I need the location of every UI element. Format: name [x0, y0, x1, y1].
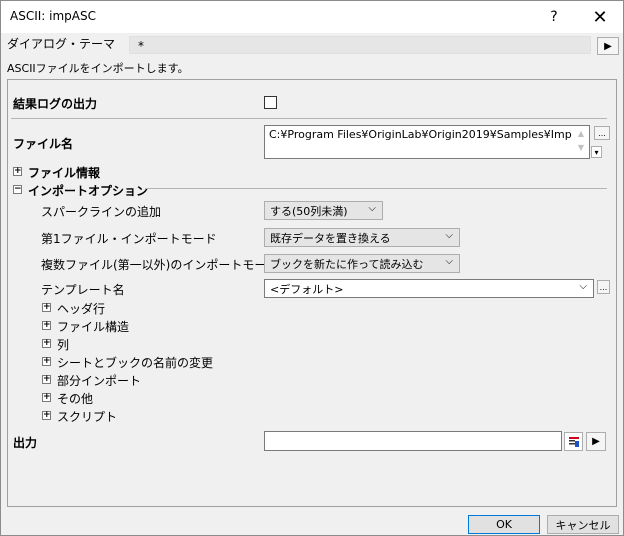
title-bar[interactable]: ASCII: impASC ? ✕	[1, 1, 623, 33]
file-info-expander-icon[interactable]: +	[13, 167, 22, 176]
sparkline-select[interactable]: する(50列未満) ⌵	[264, 201, 383, 220]
multi-file-mode-value: ブックを新たに作って読み込む	[270, 258, 424, 271]
chevron-down-icon: ⌵	[579, 281, 587, 292]
theme-field[interactable]: *	[129, 36, 591, 54]
ok-button[interactable]: OK	[468, 515, 540, 534]
output-menu-button[interactable]: ▶	[586, 432, 606, 451]
script-expander-icon[interactable]: +	[42, 411, 51, 420]
import-options-collapse-icon[interactable]: −	[13, 185, 22, 194]
columns-expander-icon[interactable]: +	[42, 339, 51, 348]
chevron-down-icon: ⌵	[445, 230, 453, 241]
sparkline-label: スパークラインの追加	[41, 205, 162, 219]
play-arrow-icon: ▶	[592, 436, 600, 447]
play-arrow-icon: ▶	[604, 40, 612, 52]
misc-label[interactable]: その他	[57, 390, 93, 407]
misc-expander-icon[interactable]: +	[42, 393, 51, 402]
filename-input[interactable]: C:¥Program Files¥OriginLab¥Origin2019¥Sa…	[264, 125, 590, 159]
first-file-mode-value: 既存データを置き換える	[270, 232, 391, 245]
output-label: 出力	[13, 436, 38, 450]
chevron-down-icon: ⌵	[445, 256, 453, 267]
template-select[interactable]: <デフォルト> ⌵	[264, 279, 594, 298]
divider	[11, 118, 607, 119]
close-button[interactable]: ✕	[577, 1, 623, 33]
partial-import-label[interactable]: 部分インポート	[57, 372, 141, 389]
help-button[interactable]: ?	[531, 1, 577, 33]
description-text: ASCIIファイルをインポートします。	[7, 62, 189, 75]
partial-import-expander-icon[interactable]: +	[42, 375, 51, 384]
cancel-button[interactable]: キャンセル	[547, 515, 619, 534]
dialog-window: ASCII: impASC ? ✕ ダイアログ・テーマ * ▶ ASCIIファイ…	[0, 0, 624, 536]
textarea-scrollbar[interactable]: ▲ ▼	[574, 127, 588, 157]
header-lines-label[interactable]: ヘッダ行	[57, 300, 105, 317]
file-structure-expander-icon[interactable]: +	[42, 321, 51, 330]
window-title: ASCII: impASC	[10, 9, 96, 23]
filename-browse-button[interactable]: ...	[594, 126, 610, 140]
multi-file-mode-label: 複数ファイル(第一以外)のインポートモード	[41, 258, 279, 272]
first-file-mode-label: 第1ファイル・インポートモード	[41, 232, 217, 246]
filename-label: ファイル名	[13, 137, 74, 151]
file-info-label[interactable]: ファイル情報	[28, 164, 100, 181]
output-picker-button[interactable]	[564, 432, 583, 451]
template-label: テンプレート名	[41, 283, 125, 297]
filename-dropdown-button[interactable]: ▾	[591, 146, 602, 158]
result-log-checkbox[interactable]	[264, 96, 277, 109]
template-browse-button[interactable]: ...	[597, 280, 610, 294]
rename-label[interactable]: シートとブックの名前の変更	[57, 354, 213, 371]
divider	[145, 188, 607, 189]
theme-label: ダイアログ・テーマ	[7, 37, 116, 51]
file-structure-label[interactable]: ファイル構造	[57, 318, 129, 335]
columns-label[interactable]: 列	[57, 336, 69, 353]
multi-file-mode-select[interactable]: ブックを新たに作って読み込む ⌵	[264, 254, 460, 273]
rename-expander-icon[interactable]: +	[42, 357, 51, 366]
result-log-label: 結果ログの出力	[13, 97, 98, 111]
theme-menu-button[interactable]: ▶	[597, 37, 619, 55]
header-lines-expander-icon[interactable]: +	[42, 303, 51, 312]
output-input[interactable]	[264, 431, 562, 451]
filename-value: C:¥Program Files¥OriginLab¥Origin2019¥Sa…	[269, 128, 572, 141]
dropdown-arrow-icon: ▾	[594, 147, 599, 157]
first-file-mode-select[interactable]: 既存データを置き換える ⌵	[264, 228, 460, 247]
template-value: <デフォルト>	[270, 283, 344, 296]
import-options-label[interactable]: インポートオプション	[28, 182, 148, 199]
sparkline-value: する(50列未満)	[270, 205, 348, 218]
chevron-down-icon: ⌵	[368, 203, 376, 214]
script-label[interactable]: スクリプト	[57, 408, 117, 425]
worksheet-picker-icon	[568, 436, 579, 447]
